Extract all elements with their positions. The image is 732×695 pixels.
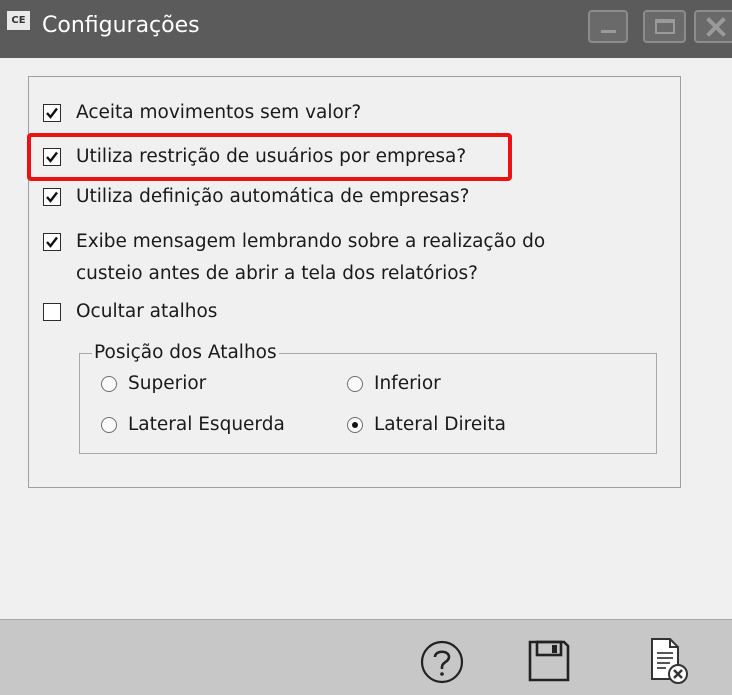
radio-button[interactable]: [347, 417, 363, 433]
radio-button[interactable]: [101, 417, 117, 433]
radio-lateral-esquerda[interactable]: Lateral Esquerda: [101, 412, 285, 438]
checkmark-icon: [46, 107, 58, 119]
app-icon: CE: [7, 11, 30, 30]
option-label: Exibe mensagem lembrando sobre a realiza…: [76, 226, 545, 290]
option-restricao-usuarios[interactable]: Utiliza restrição de usuários por empres…: [43, 141, 466, 173]
radio-button[interactable]: [347, 376, 363, 392]
option-label: Utiliza definição automática de empresas…: [76, 186, 470, 207]
checkmark-icon: [46, 191, 58, 203]
window-title: Configurações: [42, 13, 200, 38]
radio-label: Inferior: [374, 373, 441, 394]
checkbox-aceita-movimentos[interactable]: [43, 104, 61, 122]
option-exibe-mensagem[interactable]: Exibe mensagem lembrando sobre a realiza…: [43, 226, 545, 290]
option-aceita-movimentos[interactable]: Aceita movimentos sem valor?: [43, 97, 361, 129]
radio-label: Lateral Esquerda: [128, 414, 285, 435]
close-icon: [706, 17, 726, 37]
radio-button[interactable]: [101, 376, 117, 392]
maximize-icon: [655, 19, 675, 34]
radio-superior[interactable]: Superior: [101, 371, 206, 397]
option-label-line1: Exibe mensagem lembrando sobre a realiza…: [76, 231, 546, 252]
bottom-toolbar: [0, 619, 732, 695]
shortcut-position-legend: Posição dos Atalhos: [92, 341, 279, 365]
radio-inferior[interactable]: Inferior: [347, 371, 441, 397]
option-label: Utiliza restrição de usuários por empres…: [76, 146, 467, 167]
option-label-line2: custeio antes de abrir a tela dos relató…: [76, 263, 478, 284]
radio-label: Lateral Direita: [374, 414, 506, 435]
shortcut-position-group: [79, 353, 657, 454]
minimize-icon: [601, 30, 616, 33]
checkbox-ocultar-atalhos[interactable]: [43, 303, 61, 321]
option-label: Aceita movimentos sem valor?: [76, 102, 362, 123]
option-ocultar-atalhos[interactable]: Ocultar atalhos: [43, 296, 217, 328]
minimize-button[interactable]: [588, 10, 628, 43]
option-label: Ocultar atalhos: [76, 301, 218, 322]
title-bar: CE Configurações: [0, 0, 732, 58]
checkbox-exibe-mensagem[interactable]: [43, 233, 61, 251]
save-icon[interactable]: [527, 639, 571, 683]
radio-lateral-direita[interactable]: Lateral Direita: [347, 412, 506, 438]
maximize-button[interactable]: [643, 10, 686, 43]
radio-selected-dot: [352, 422, 358, 428]
close-button[interactable]: [694, 10, 732, 43]
checkbox-definicao-automatica[interactable]: [43, 188, 61, 206]
checkmark-icon: [46, 236, 58, 248]
radio-label: Superior: [128, 373, 207, 394]
help-icon[interactable]: [420, 640, 464, 684]
checkmark-icon: [46, 151, 58, 163]
checkbox-restricao-usuarios[interactable]: [43, 148, 61, 166]
cancel-document-icon[interactable]: [648, 637, 692, 687]
option-definicao-automatica[interactable]: Utiliza definição automática de empresas…: [43, 181, 469, 213]
